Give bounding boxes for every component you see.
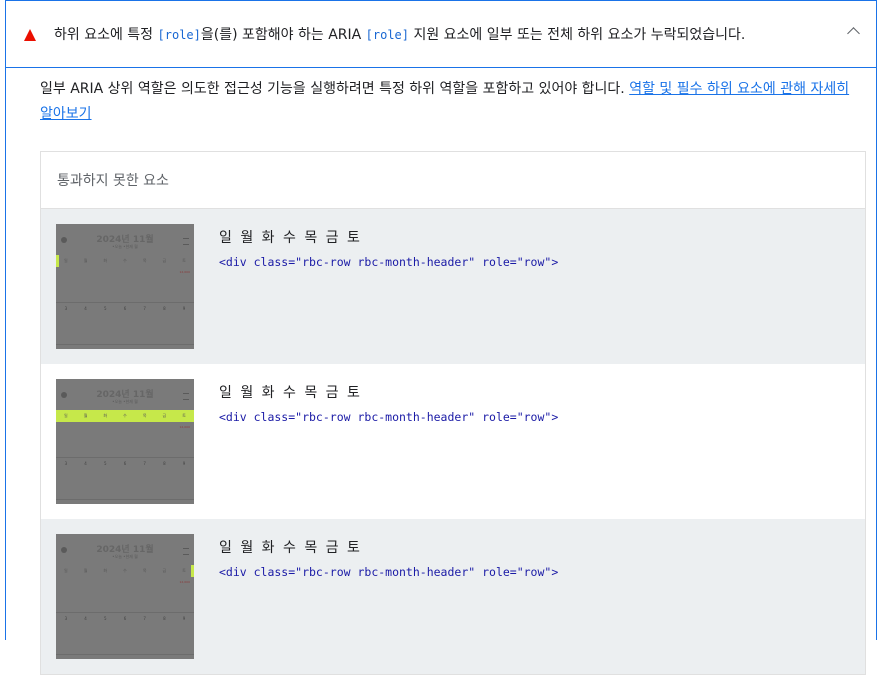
num: 3: [64, 306, 68, 311]
day: 목: [142, 568, 147, 573]
num: 3: [64, 461, 68, 466]
day: 수: [123, 258, 127, 263]
thumb-nums: 3 4 5 6 7 8 9: [56, 306, 194, 311]
failing-elements-table: 통과하지 못한 요소 2024년 11월 •오늘 •현재 월 일월화수목금토 1…: [40, 151, 866, 675]
day: 목: [142, 258, 147, 263]
thumb-divider: [56, 654, 194, 655]
num: 4: [84, 306, 87, 311]
audit-panel: 하위 요소에 특정 [role]을(를) 포함해야 하는 ARIA [role]…: [5, 0, 877, 675]
day: 토: [182, 413, 186, 418]
day: 화: [103, 413, 108, 418]
table-row[interactable]: 2024년 11월 •오늘 •현재 월 일월화수목금토 12,000 34567…: [41, 364, 865, 519]
fail-triangle-icon: [24, 29, 36, 41]
num: 3: [64, 616, 68, 621]
node-snippet: <div class="rbc-row rbc-month-header" ro…: [219, 410, 559, 424]
table-header: 통과하지 못한 요소: [41, 152, 865, 209]
day: 화: [103, 258, 108, 263]
node-label: 일 월 화 수 목 금 토: [219, 230, 362, 246]
thumb-divider: [56, 302, 194, 303]
num: 5: [103, 616, 107, 621]
day: 금: [162, 568, 167, 573]
audit-title-text: 하위 요소에 특정: [54, 27, 158, 43]
num: 8: [163, 461, 166, 466]
table-row[interactable]: 2024년 11월 •오늘 •현재 월 일월화수목금토 12,000 34567…: [41, 209, 865, 364]
audit-title-text: 을(를) 포함해야 하는 ARIA: [200, 27, 366, 43]
thumb-note: 12,000: [179, 425, 191, 429]
day: 일: [64, 413, 68, 418]
node-snippet: <div class="rbc-row rbc-month-header" ro…: [219, 565, 559, 579]
audit-title: 하위 요소에 특정 [role]을(를) 포함해야 하는 ARIA [role]…: [54, 25, 745, 45]
day: 토: [182, 568, 186, 573]
day: 토: [182, 258, 186, 263]
thumb-note: 12,000: [179, 270, 191, 274]
day: 화: [103, 568, 108, 573]
day: 목: [142, 413, 147, 418]
role-code: [role]: [365, 28, 410, 42]
num: 6: [123, 306, 127, 311]
num: 7: [143, 461, 146, 466]
day: 월: [83, 413, 88, 418]
day: 금: [162, 258, 167, 263]
day: 수: [123, 413, 127, 418]
num: 4: [84, 461, 87, 466]
thumb-subtitle: •오늘 •현재 월: [112, 554, 138, 559]
thumb-divider: [56, 457, 194, 458]
num: 7: [143, 616, 146, 621]
num: 6: [123, 616, 127, 621]
num: 8: [163, 306, 166, 311]
table-row[interactable]: 2024년 11월 •오늘 •현재 월 일월화수목금토 12,000 34567…: [41, 519, 865, 674]
thumb-note: 12,000: [179, 580, 191, 584]
num: 5: [103, 461, 107, 466]
num: 7: [143, 306, 146, 311]
description-text: 일부 ARIA 상위 역할은 의도한 접근성 기능을 실행하려면 특정 하위 역…: [40, 81, 630, 97]
thumb-days: 일월화수목금토: [56, 411, 194, 421]
chevron-up-icon[interactable]: [847, 27, 860, 40]
day: 월: [83, 568, 88, 573]
thumb-days: 일월화수목금토: [56, 566, 194, 576]
audit-title-text: 지원 요소에 일부 또는 전체 하위 요소가 누락되었습니다.: [409, 27, 746, 43]
thumb-divider: [56, 499, 194, 500]
element-screenshot: 2024년 11월 •오늘 •현재 월 일월화수목금토 12,000 34567…: [56, 534, 194, 659]
num: 9: [182, 461, 186, 466]
day: 수: [123, 568, 127, 573]
day: 월: [83, 258, 88, 263]
day: 일: [64, 258, 68, 263]
role-code: [role]: [157, 28, 201, 42]
thumb-divider: [56, 344, 194, 345]
thumb-nums: 3 4 5 6 7 8 9: [56, 461, 194, 466]
thumb-days: 일월화수목금토: [56, 256, 194, 266]
element-screenshot: 2024년 11월 •오늘 •현재 월 일월화수목금토 12,000 34567…: [56, 379, 194, 504]
num: 9: [182, 306, 186, 311]
node-label: 일 월 화 수 목 금 토: [219, 540, 362, 556]
day: 금: [162, 413, 167, 418]
day: 일: [64, 568, 68, 573]
thumb-subtitle: •오늘 •현재 월: [112, 244, 138, 249]
node-label: 일 월 화 수 목 금 토: [219, 385, 362, 401]
thumb-nums: 3 4 5 6 7 8 9: [56, 616, 194, 621]
num: 9: [182, 616, 186, 621]
num: 6: [123, 461, 127, 466]
thumb-subtitle: •오늘 •현재 월: [112, 399, 138, 404]
element-screenshot: 2024년 11월 •오늘 •현재 월 일월화수목금토 12,000 34567…: [56, 224, 194, 349]
audit-description: 일부 ARIA 상위 역할은 의도한 접근성 기능을 실행하려면 특정 하위 역…: [40, 77, 862, 127]
audit-header[interactable]: 하위 요소에 특정 [role]을(를) 포함해야 하는 ARIA [role]…: [6, 1, 876, 68]
node-snippet: <div class="rbc-row rbc-month-header" ro…: [219, 255, 559, 269]
num: 8: [163, 616, 166, 621]
num: 4: [84, 616, 87, 621]
num: 5: [103, 306, 107, 311]
